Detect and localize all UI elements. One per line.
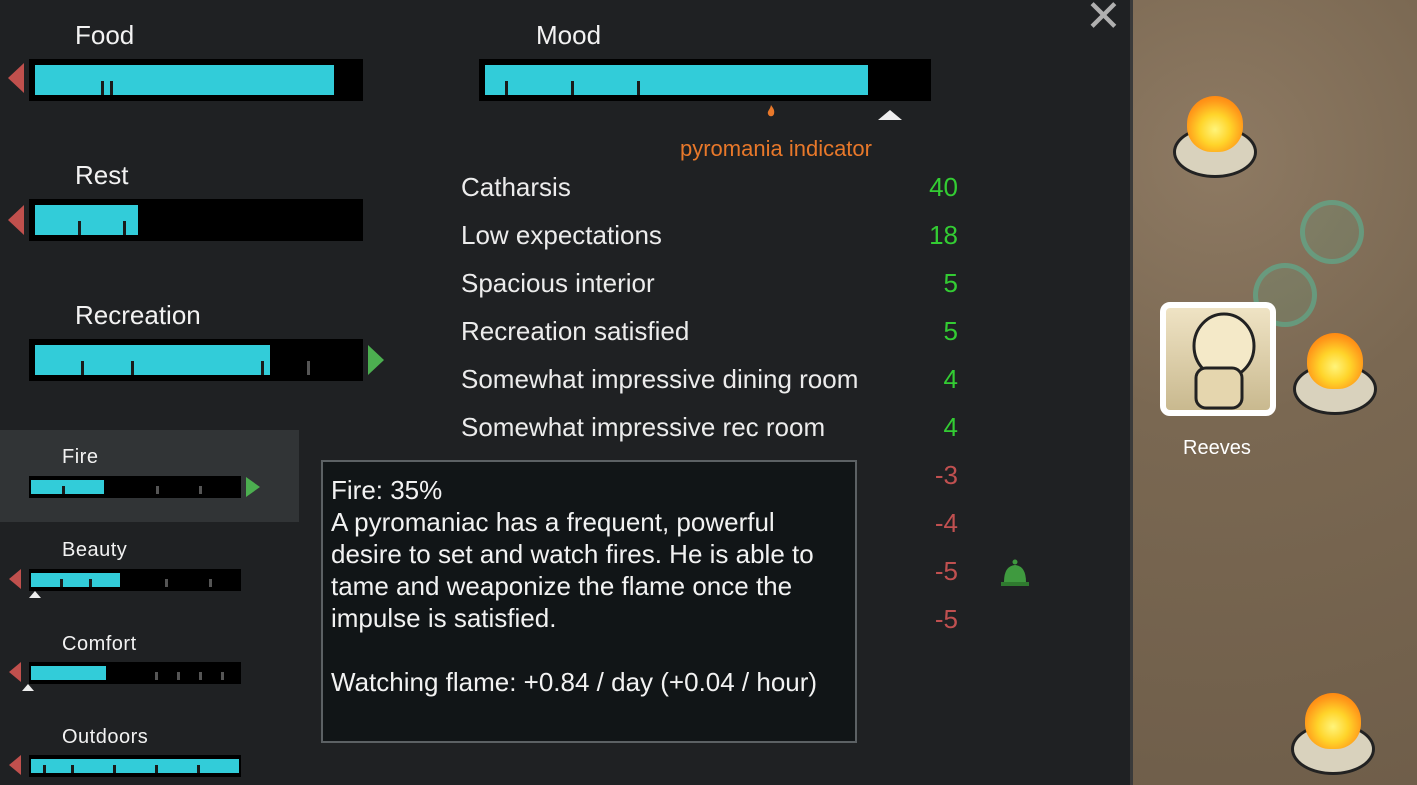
mood-bar[interactable] [479,59,931,101]
threshold-tick [89,579,92,587]
flame-icon [1187,96,1243,152]
threshold-tick [209,579,212,587]
threshold-tick [43,765,46,773]
target-marker [29,591,41,598]
flame-icon [1305,693,1361,749]
flame-icon [767,105,775,117]
thought-value: 5 [943,268,958,298]
sub-need-fill-fire [31,480,104,494]
sub-need-bar-beauty[interactable] [29,569,241,591]
close-icon[interactable]: ✕ [1085,0,1122,39]
need-bar-rest[interactable] [29,199,363,241]
sub-need-bar-outdoors[interactable] [29,755,241,777]
mood-fill [485,65,868,95]
threshold-tick [101,81,104,95]
tooltip: Fire: 35% A pyromaniac has a frequent, po… [321,460,857,743]
thought-value: -3 [934,460,958,490]
arrow-down-icon [8,205,24,235]
arrow-down-icon [9,569,21,589]
sub-need-fill-outdoors [31,759,239,773]
tooltip-rate: Watching flame: +0.84 / day (+0.04 / hou… [331,667,818,697]
need-label-mood: Mood [536,20,602,50]
threshold-tick [307,361,310,375]
threshold-tick [199,672,202,680]
need-fill-food [35,65,334,95]
sub-need-fill-beauty [31,573,120,587]
pyromania-indicator-label: pyromania indicator [680,136,872,161]
bell-icon[interactable] [1000,558,1030,588]
pawn-name-label: Reeves [1183,437,1251,459]
thought-label: Catharsis [461,172,571,202]
thought-value: 18 [929,220,958,250]
threshold-tick [60,579,63,587]
thought-value: 4 [943,412,958,442]
thought-value: 40 [929,172,958,202]
need-label-food: Food [75,20,135,50]
meditation-spot-icon[interactable] [1300,200,1364,264]
campfire-icon[interactable] [1165,88,1265,178]
thought-label: Spacious interior [461,268,655,298]
threshold-tick [71,765,74,773]
arrow-down-icon [9,755,21,775]
threshold-tick [155,672,158,680]
need-bar-food[interactable] [29,59,363,101]
threshold-tick [571,81,574,95]
sub-need-fill-comfort [31,666,106,680]
thought-value: 5 [943,316,958,346]
arrow-up-icon [368,345,384,375]
threshold-tick [221,672,224,680]
threshold-tick [81,361,84,375]
need-label-recreation: Recreation [75,300,201,330]
threshold-tick [197,765,200,773]
need-bar-recreation[interactable] [29,339,363,381]
arrow-up-icon [246,477,260,497]
threshold-tick [165,579,168,587]
threshold-tick [110,81,113,95]
campfire-icon[interactable] [1285,325,1385,415]
tooltip-spacer [331,634,847,666]
need-label-rest: Rest [75,160,129,190]
sub-need-bar-fire[interactable] [29,476,241,498]
pawn-avatar[interactable] [1160,302,1276,416]
sub-need-label-fire: Fire [62,446,99,468]
sub-need-label-outdoors: Outdoors [62,726,149,748]
pawn-figure-icon [1192,312,1256,410]
tooltip-title: Fire: 35% [331,475,443,505]
thought-label: Somewhat impressive rec room [461,412,826,442]
threshold-tick [261,361,264,375]
thought-value: -5 [934,604,958,634]
needs-panel: Food Rest Recreation Mood pyromania indi… [0,0,1130,785]
threshold-tick [123,221,126,235]
thought-value: -4 [934,508,958,538]
threshold-tick [113,765,116,773]
flame-icon [1307,333,1363,389]
threshold-tick [131,361,134,375]
target-marker [22,684,34,691]
threshold-tick [177,672,180,680]
thought-value: 4 [943,364,958,394]
threshold-tick [62,486,65,494]
campfire-icon[interactable] [1283,685,1383,775]
thought-label: Low expectations [461,220,662,250]
thought-label: Somewhat impressive dining room [461,364,859,394]
threshold-tick [199,486,202,494]
thought-value: -5 [934,556,958,586]
mood-target-marker [878,110,902,120]
threshold-tick [156,486,159,494]
tooltip-body: A pyromaniac has a frequent, powerful de… [331,507,821,633]
arrow-down-icon [8,63,24,93]
threshold-tick [637,81,640,95]
need-fill-recreation [35,345,270,375]
sub-need-bar-comfort[interactable] [29,662,241,684]
threshold-tick [78,221,81,235]
sub-need-label-beauty: Beauty [62,539,128,561]
threshold-tick [505,81,508,95]
threshold-tick [155,765,158,773]
thought-label: Recreation satisfied [461,316,690,346]
sub-need-label-comfort: Comfort [62,633,137,655]
arrow-down-icon [9,662,21,682]
